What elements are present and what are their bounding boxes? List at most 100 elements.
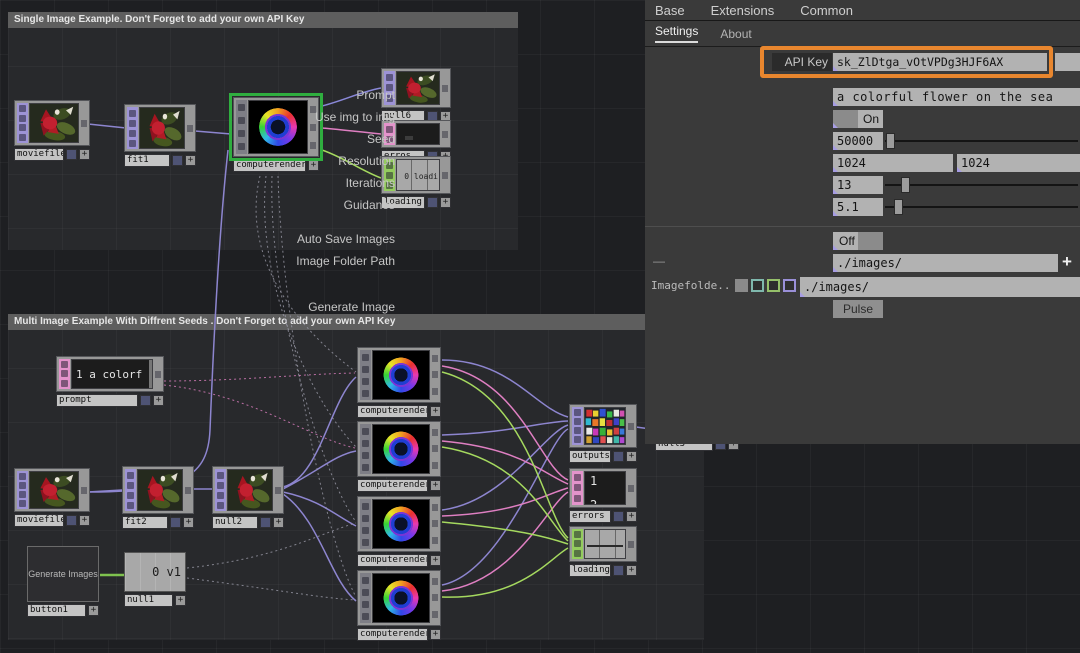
plus-icon[interactable]: + [626, 451, 637, 462]
node-flags[interactable] [17, 471, 28, 509]
node-flags[interactable] [127, 107, 138, 149]
node-label[interactable]: null1 [124, 594, 173, 607]
plus-icon[interactable]: + [430, 480, 441, 491]
add-path-plus-icon[interactable]: + [1062, 252, 1072, 272]
use-img-toggle[interactable]: On [833, 110, 883, 128]
expr-mode-bind-swatch[interactable] [783, 279, 796, 292]
node-flags[interactable] [59, 359, 70, 389]
node-label[interactable]: errors [569, 510, 611, 523]
plus-icon[interactable]: + [175, 595, 186, 606]
node-null1[interactable]: 0 v1 null1+ [124, 552, 186, 607]
folder-expr-field[interactable]: ./images/ [800, 277, 1080, 297]
node-label[interactable]: computerender3 [357, 554, 428, 567]
guidance-slider-track[interactable] [885, 206, 1078, 208]
iterations-slider-track[interactable] [885, 184, 1078, 186]
plus-icon[interactable]: + [183, 517, 194, 528]
node-label[interactable]: null2 [212, 516, 258, 529]
node-label[interactable]: computerender4 [357, 628, 428, 641]
node-computerender[interactable]: computerender+ [233, 97, 319, 172]
node-viewer-toggle[interactable] [172, 155, 183, 166]
node-flags[interactable] [215, 469, 226, 511]
seed-slider-track[interactable] [885, 140, 1078, 142]
plus-icon[interactable]: + [88, 605, 99, 616]
plus-icon[interactable]: + [440, 197, 451, 208]
folder-path-field[interactable]: ./images/ [833, 254, 1058, 272]
node-label[interactable]: moviefilein2 [14, 514, 64, 527]
node-label[interactable]: moviefilein1 [14, 148, 64, 161]
node-flags[interactable] [572, 407, 583, 445]
node-viewer-toggle[interactable] [66, 515, 77, 526]
node-viewer-toggle[interactable] [613, 511, 624, 522]
node-flags[interactable] [360, 424, 371, 474]
plus-icon[interactable]: + [626, 511, 637, 522]
node-prompt[interactable]: 1 a colorf prompt+ [56, 356, 164, 407]
node-label[interactable]: computerender [233, 159, 306, 172]
node-computerender1[interactable]: computerender1+ [357, 347, 441, 418]
node-moviefilein1[interactable]: moviefilein1 + [14, 100, 90, 161]
node-viewer-toggle[interactable] [66, 149, 77, 160]
node-computerender2[interactable]: computerender2+ [357, 421, 441, 492]
node-label[interactable]: fit1 [124, 154, 170, 167]
node-moviefilein2[interactable]: moviefilein2 + [14, 468, 90, 527]
plus-icon[interactable]: + [626, 565, 637, 576]
menu-common[interactable]: Common [800, 3, 853, 18]
prompt-field[interactable]: a colorful flower on the sea [833, 88, 1080, 106]
plus-icon[interactable]: + [79, 149, 90, 160]
section-title-multi[interactable]: Multi Image Example With Diffrent Seeds … [8, 314, 704, 330]
node-viewer-toggle[interactable] [260, 517, 271, 528]
expr-mode-expression-swatch[interactable] [751, 279, 764, 292]
collapse-minus-icon[interactable]: — [653, 254, 665, 268]
plus-icon[interactable]: + [185, 155, 196, 166]
iterations-field[interactable]: 13 [833, 176, 883, 194]
node-outputs[interactable]: outputs + [569, 404, 637, 463]
node-flags[interactable] [236, 100, 247, 154]
node-viewer-toggle[interactable] [427, 197, 438, 208]
tab-about[interactable]: About [720, 27, 751, 41]
node-viewer-toggle[interactable] [613, 451, 624, 462]
plus-icon[interactable]: + [308, 160, 319, 171]
plus-icon[interactable]: + [153, 395, 164, 406]
node-viewer-toggle[interactable] [170, 517, 181, 528]
node-flags[interactable] [360, 350, 371, 400]
guidance-field[interactable]: 5.1 [833, 198, 883, 216]
node-label[interactable]: fit2 [122, 516, 168, 529]
expr-mode-constant-swatch[interactable] [735, 279, 748, 292]
plus-icon[interactable]: + [79, 515, 90, 526]
node-loading1[interactable]: loading1 + [569, 526, 637, 577]
seed-slider-handle[interactable] [886, 133, 895, 149]
node-viewer-toggle[interactable] [140, 395, 151, 406]
node-flags[interactable] [125, 469, 136, 511]
node-flags[interactable] [360, 499, 371, 549]
menu-extensions[interactable]: Extensions [711, 3, 775, 18]
iterations-slider-handle[interactable] [901, 177, 910, 193]
guidance-slider-handle[interactable] [894, 199, 903, 215]
generate-images-button[interactable]: Generate Images [27, 546, 99, 602]
node-label[interactable]: computerender2 [357, 479, 428, 492]
node-label[interactable]: button1 [27, 604, 86, 617]
node-flags[interactable] [17, 103, 28, 143]
node-label[interactable]: prompt [56, 394, 138, 407]
resolution-x-field[interactable]: 1024 [833, 154, 953, 172]
node-null2[interactable]: null2 + [212, 466, 284, 529]
node-label[interactable]: loading1 [569, 564, 611, 577]
node-flags[interactable] [572, 471, 583, 505]
node-button1[interactable]: Generate Images button1+ [27, 546, 99, 617]
api-key-field-overflow[interactable] [1055, 53, 1080, 71]
node-fit2[interactable]: fit2 + [122, 466, 194, 529]
node-flags[interactable] [360, 573, 371, 623]
node-viewer-toggle[interactable] [613, 565, 624, 576]
plus-icon[interactable]: + [273, 517, 284, 528]
plus-icon[interactable]: + [430, 629, 441, 640]
node-computerender3[interactable]: computerender3+ [357, 496, 441, 567]
section-title-single[interactable]: Single Image Example. Don't Forget to ad… [8, 12, 518, 28]
pulse-button[interactable]: Pulse [833, 300, 883, 318]
expr-mode-export-swatch[interactable] [767, 279, 780, 292]
node-computerender4[interactable]: computerender4+ [357, 570, 441, 641]
node-label[interactable]: outputs [569, 450, 611, 463]
node-errors[interactable]: 1 2 errors+ [569, 468, 637, 523]
resolution-y-field[interactable]: 1024 [957, 154, 1080, 172]
menu-base[interactable]: Base [655, 3, 685, 18]
node-flags[interactable] [572, 529, 583, 559]
node-fit1[interactable]: fit1 + [124, 104, 196, 167]
plus-icon[interactable]: + [430, 555, 441, 566]
